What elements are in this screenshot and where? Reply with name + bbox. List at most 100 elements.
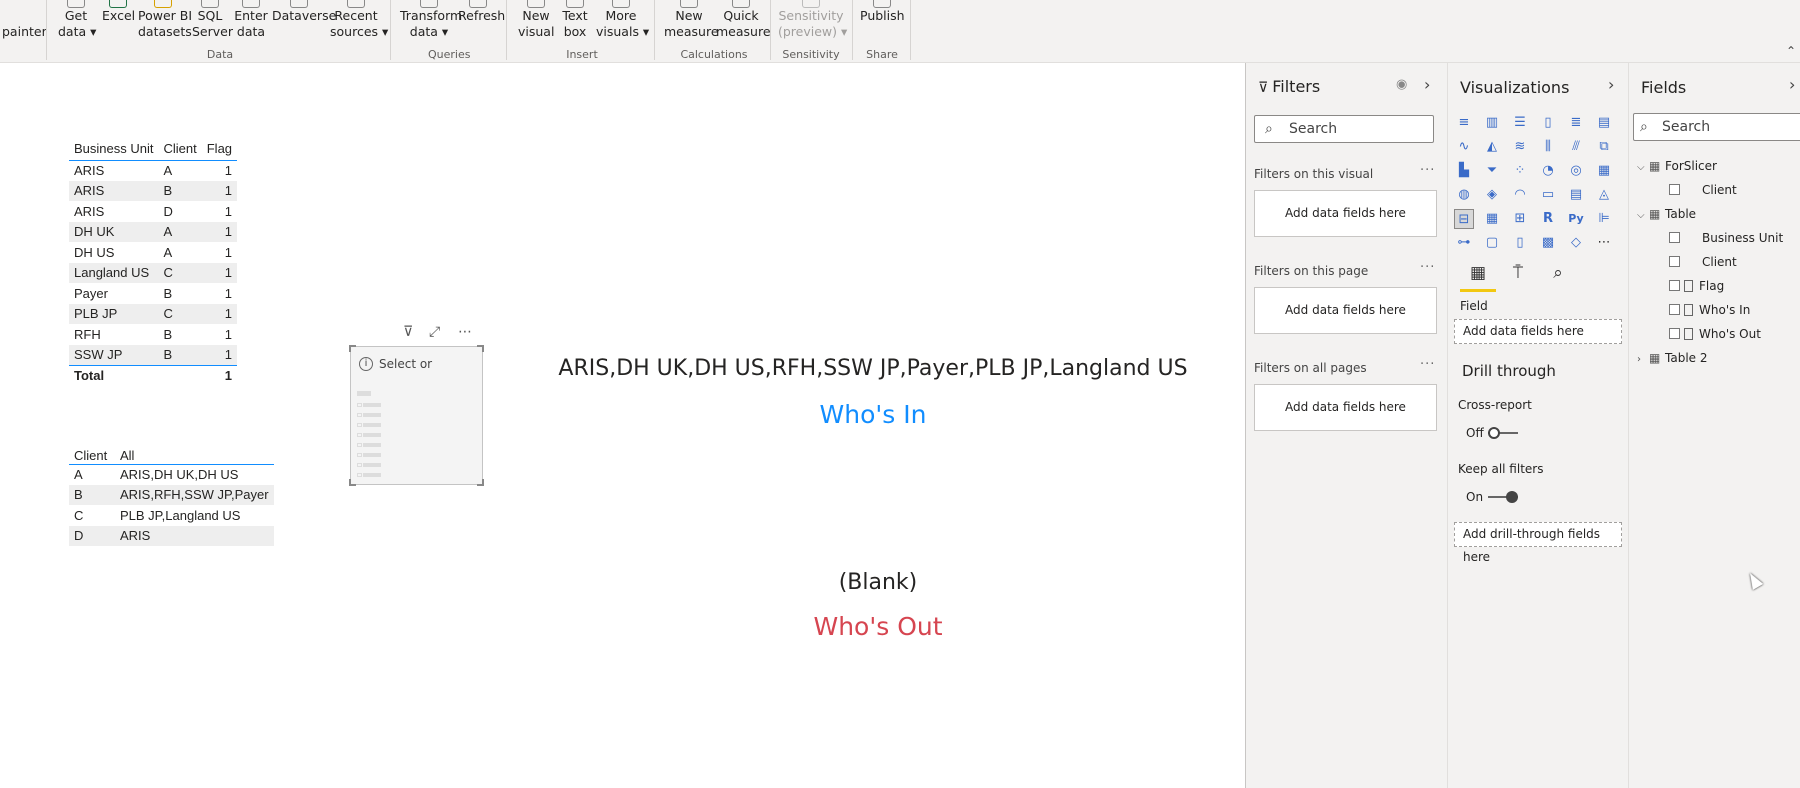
tree-field-business-unit[interactable]: Business Unit xyxy=(1669,231,1783,245)
tree-field-whos-out[interactable]: Who's Out xyxy=(1669,327,1761,341)
more-options-icon[interactable]: ⋯ xyxy=(458,324,472,340)
filled-map-icon[interactable]: ◈ xyxy=(1482,185,1502,205)
table-row[interactable]: ARIS B 1 xyxy=(69,180,238,201)
table-row[interactable]: Langland US C 1 xyxy=(69,262,238,283)
treemap-icon[interactable]: ▦ xyxy=(1594,161,1614,181)
stacked-area-chart-icon[interactable]: ≋ xyxy=(1510,137,1530,157)
line-chart-icon[interactable]: ∿ xyxy=(1454,137,1474,157)
matrix-icon[interactable]: ⊞ xyxy=(1510,209,1530,229)
waterfall-chart-icon[interactable]: ▙ xyxy=(1454,161,1474,181)
donut-chart-icon[interactable]: ◎ xyxy=(1566,161,1586,181)
decomposition-tree-icon[interactable]: ⊶ xyxy=(1454,233,1474,253)
smart-narrative-icon[interactable]: ▯ xyxy=(1510,233,1530,253)
field-drop-well[interactable]: Add data fields here xyxy=(1454,319,1622,344)
map-icon[interactable]: ◍ xyxy=(1454,185,1474,205)
tree-table-forslicer[interactable]: ⌵ ▦ ForSlicer xyxy=(1637,159,1717,173)
more-options-icon[interactable]: ··· xyxy=(1420,163,1435,178)
fields-tab-icon[interactable]: ▦ xyxy=(1464,261,1492,287)
get-data-button[interactable]: Get data ▾ xyxy=(58,0,96,40)
cross-report-toggle[interactable] xyxy=(1488,427,1518,439)
more-visuals-button[interactable]: More visuals ▾ xyxy=(596,0,649,40)
checkbox[interactable] xyxy=(1669,328,1680,339)
card-icon[interactable]: ▭ xyxy=(1538,185,1558,205)
text-box-button[interactable]: Text box xyxy=(560,0,590,40)
table-row[interactable]: C PLB JP,Langland US xyxy=(69,505,274,526)
tree-field-whos-in[interactable]: Who's In xyxy=(1669,303,1750,317)
format-tab-icon[interactable]: ⍑ xyxy=(1504,261,1532,287)
resize-handle[interactable] xyxy=(349,345,356,352)
resize-handle[interactable] xyxy=(349,479,356,486)
stacked-column-chart-icon[interactable]: ▥ xyxy=(1482,113,1502,133)
new-visual-button[interactable]: New visual xyxy=(518,0,554,40)
kpi-icon[interactable]: ◬ xyxy=(1594,185,1614,205)
focus-mode-icon[interactable]: ⤢ xyxy=(429,324,440,340)
scatter-chart-icon[interactable]: ⁘ xyxy=(1510,161,1530,181)
table-visual-icon[interactable]: ▦ xyxy=(1482,209,1502,229)
filters-visual-drop-well[interactable]: Add data fields here xyxy=(1254,190,1437,237)
excel-button[interactable]: Excel xyxy=(102,0,135,24)
fields-search-input[interactable]: ⌕ Search xyxy=(1633,113,1800,141)
tree-table-table[interactable]: ⌵ ▦ Table xyxy=(1637,207,1696,221)
multi-row-card-icon[interactable]: ▤ xyxy=(1566,185,1586,205)
collapse-ribbon-icon[interactable]: ⌃ xyxy=(1786,44,1796,58)
transform-data-button[interactable]: Transform data ▾ xyxy=(400,0,462,40)
enter-data-button[interactable]: Enter data xyxy=(234,0,268,40)
filters-search-input[interactable]: ⌕ Search xyxy=(1254,115,1434,143)
line-stacked-column-chart-icon[interactable]: ⫻ xyxy=(1566,137,1586,157)
publish-button[interactable]: Publish xyxy=(860,0,905,24)
100-bar-chart-icon[interactable]: ≣ xyxy=(1566,113,1586,133)
eye-icon[interactable]: ◉ xyxy=(1396,77,1407,92)
column-header[interactable]: Flag xyxy=(201,132,238,161)
whos-out-values[interactable]: (Blank) xyxy=(760,570,996,595)
stacked-bar-chart-icon[interactable]: ≡ xyxy=(1454,113,1474,133)
table-row[interactable]: ARIS A 1 xyxy=(69,160,237,181)
tree-table-table2[interactable]: › ▦ Table 2 xyxy=(1637,351,1707,365)
100-column-chart-icon[interactable]: ▤ xyxy=(1594,113,1614,133)
ribbon-chart-icon[interactable]: ⧉ xyxy=(1594,137,1614,157)
paginated-report-icon[interactable]: ▩ xyxy=(1538,233,1558,253)
table-row[interactable]: D ARIS xyxy=(69,525,274,546)
table-row[interactable]: B ARIS,RFH,SSW JP,Payer xyxy=(69,484,274,505)
sensitivity-button[interactable]: Sensitivity (preview) ▾ xyxy=(778,0,847,40)
clustered-bar-chart-icon[interactable]: ☰ xyxy=(1510,113,1530,133)
checkbox[interactable] xyxy=(1669,232,1680,243)
recent-sources-button[interactable]: Recent sources ▾ xyxy=(330,0,388,40)
table-row[interactable]: SSW JP B 1 xyxy=(69,344,238,365)
checkbox[interactable] xyxy=(1669,280,1680,291)
format-painter-button[interactable]: painter xyxy=(2,24,47,40)
gauge-icon[interactable]: ◠ xyxy=(1510,185,1530,205)
clustered-column-chart-icon[interactable]: ▯ xyxy=(1538,113,1558,133)
collapse-visualizations-chevron-icon[interactable]: › xyxy=(1608,75,1614,94)
more-options-icon[interactable]: ··· xyxy=(1420,260,1435,275)
qna-icon[interactable]: ▢ xyxy=(1482,233,1502,253)
power-apps-icon[interactable]: ◇ xyxy=(1566,233,1586,253)
column-header[interactable]: Client xyxy=(158,132,202,161)
table-row[interactable]: PLB JP C 1 xyxy=(69,303,238,324)
column-header[interactable]: All xyxy=(115,440,274,465)
slicer-icon[interactable]: ⊟ xyxy=(1454,209,1474,229)
resize-handle[interactable] xyxy=(477,345,484,352)
table-row[interactable]: DH US A 1 xyxy=(69,242,237,263)
dataverse-button[interactable]: Dataverse xyxy=(272,0,336,24)
tree-field-client[interactable]: Client xyxy=(1669,255,1737,269)
more-options-icon[interactable]: ··· xyxy=(1420,357,1435,372)
tree-field-forslicer-client[interactable]: Client xyxy=(1669,183,1737,197)
checkbox[interactable] xyxy=(1669,304,1680,315)
line-column-chart-icon[interactable]: ⫼ xyxy=(1538,137,1558,157)
business-unit-table[interactable]: Business Unit Client Flag ARIS A 1 ARIS B 1 … xyxy=(69,132,238,386)
client-all-table[interactable]: Client All A ARIS,DH UK,DH US B ARIS,RFH,S… xyxy=(69,440,274,546)
checkbox[interactable] xyxy=(1669,184,1680,195)
whos-in-values[interactable]: ARIS,DH UK,DH US,RFH,SSW JP,Payer,PLB JP… xyxy=(540,356,1206,381)
column-header[interactable]: Business Unit xyxy=(69,132,159,161)
filters-page-drop-well[interactable]: Add data fields here xyxy=(1254,287,1437,334)
table-row[interactable]: A ARIS,DH UK,DH US xyxy=(69,464,274,485)
refresh-button[interactable]: Refresh xyxy=(458,0,505,24)
new-measure-button[interactable]: New measure xyxy=(664,0,719,40)
tree-field-flag[interactable]: Flag xyxy=(1669,279,1724,293)
collapse-filters-chevron-icon[interactable]: › xyxy=(1424,75,1430,94)
collapse-fields-chevron-icon[interactable]: › xyxy=(1789,75,1795,94)
filters-all-drop-well[interactable]: Add data fields here xyxy=(1254,384,1437,431)
drill-through-drop-well[interactable]: Add drill-through fields here xyxy=(1454,522,1622,564)
table-row[interactable]: RFH B 1 xyxy=(69,324,237,345)
checkbox[interactable] xyxy=(1669,256,1680,267)
